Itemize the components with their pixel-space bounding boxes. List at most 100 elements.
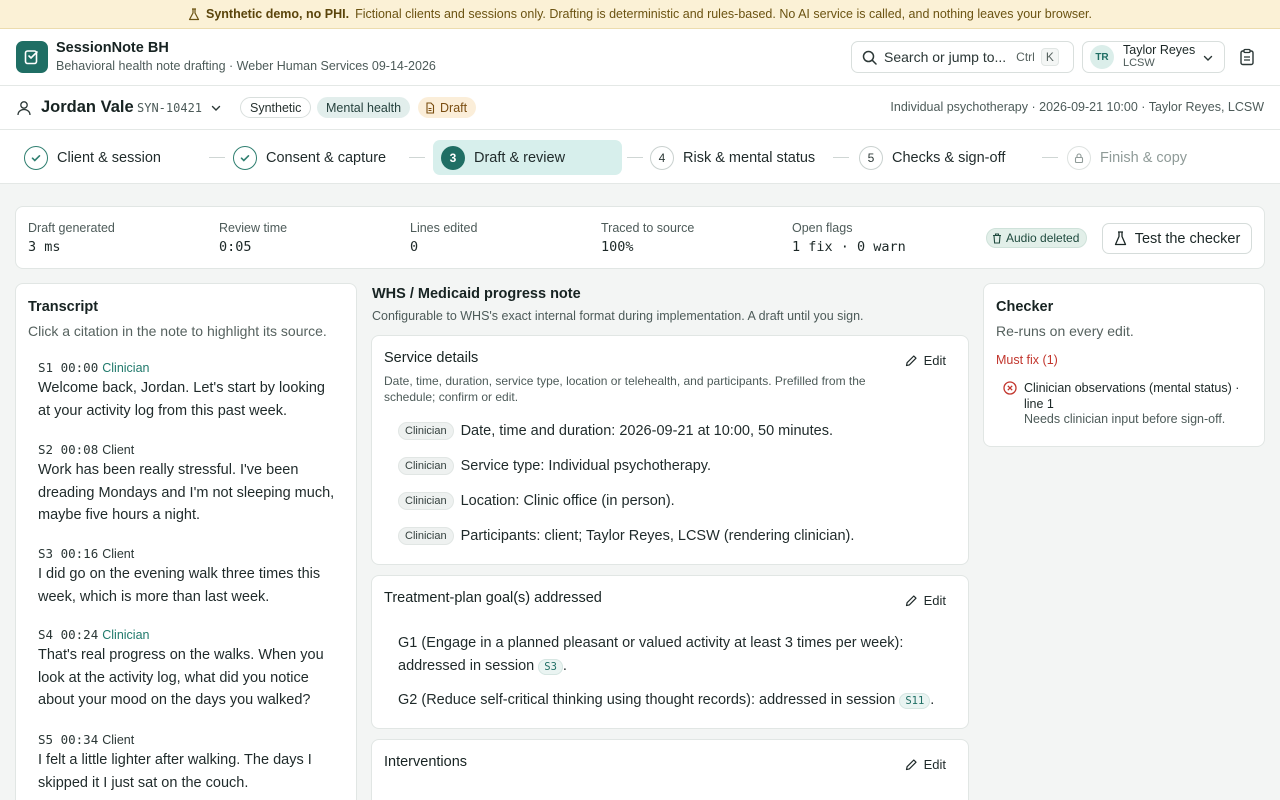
step-label: Consent & capture — [266, 149, 387, 166]
edit-button[interactable]: Edit — [905, 593, 946, 608]
transcript-utterance[interactable]: S1 00:00 Clinician Welcome back, Jordan. … — [38, 360, 338, 422]
pencil-icon — [905, 355, 917, 367]
user-menu-button[interactable]: TR Taylor Reyes LCSW — [1082, 41, 1225, 73]
avatar: TR — [1090, 45, 1114, 69]
edit-label: Edit — [923, 353, 946, 368]
utterance-text: I felt a little lighter after walking. T… — [38, 752, 312, 791]
goal-line[interactable]: G1 (Engage in a planned pleasant or valu… — [398, 632, 948, 679]
source-tag: Clinician — [398, 457, 454, 475]
search-placeholder: Search or jump to... — [884, 49, 1007, 65]
edit-label: Edit — [923, 593, 946, 608]
step-number: 3 — [441, 145, 465, 170]
document-icon — [426, 101, 435, 114]
metric-value: 3 ms — [28, 239, 61, 255]
check-icon — [233, 145, 257, 170]
shortcut-mod: Ctrl — [1016, 50, 1035, 64]
user-role: LCSW — [1123, 57, 1155, 69]
metric-label: Draft generated — [28, 221, 115, 235]
lock-icon — [1067, 145, 1091, 170]
session-info: Individual psychotherapy · 2026-09-21 10… — [890, 100, 1264, 114]
note-line-text: Participants: client; Taylor Reyes, LCSW… — [460, 528, 855, 544]
clipboard-icon[interactable] — [1239, 48, 1255, 66]
step-risk-mental-status[interactable]: 4 Risk & mental status — [650, 140, 815, 175]
metric-label: Lines edited — [410, 221, 478, 235]
step-divider — [1042, 157, 1058, 158]
metric-value: 1 fix · 0 warn — [792, 239, 906, 255]
user-name: Taylor Reyes — [1123, 43, 1196, 57]
metrics-bar: Draft generated 3 ms Review time 0:05 Li… — [15, 206, 1265, 269]
citation-chip[interactable]: S3 — [538, 659, 563, 675]
error-circle-icon — [1003, 381, 1017, 395]
utterance-text: Welcome back, Jordan. Let's start by loo… — [38, 380, 325, 419]
step-draft-review[interactable]: 3 Draft & review — [433, 140, 622, 175]
checker-subtitle: Re-runs on every edit. — [996, 323, 1134, 339]
speaker-label: Client — [102, 443, 135, 457]
audio-label: Audio deleted — [1006, 231, 1080, 245]
client-bar: Jordan Vale SYN-10421 Synthetic Mental h… — [0, 86, 1280, 130]
checker-title: Checker — [996, 299, 1054, 315]
utterance-meta: S2 00:08 Client — [38, 442, 338, 457]
metric-open-flags: Open flags 1 fix · 0 warn — [792, 221, 906, 255]
transcript-utterance[interactable]: S4 00:24 Clinician That's real progress o… — [38, 627, 338, 712]
app-header: SessionNote BH Behavioral health note dr… — [0, 29, 1280, 86]
transcript-utterance[interactable]: S3 00:16 Client I did go on the evening w… — [38, 546, 338, 608]
edit-button[interactable]: Edit — [905, 353, 946, 368]
demo-banner: Synthetic demo, no PHI. Fictional client… — [0, 0, 1280, 29]
note-line[interactable]: Clinician Service type: Individual psycho… — [398, 457, 711, 475]
chevron-down-icon[interactable] — [210, 102, 222, 114]
test-checker-button[interactable]: Test the checker — [1102, 223, 1252, 254]
chevron-down-icon — [1203, 55, 1213, 61]
transcript-panel: Transcript Click a citation in the note … — [15, 283, 357, 800]
citation-chip[interactable]: S11 — [899, 693, 931, 709]
transcript-utterance[interactable]: S5 00:34 Client I felt a little lighter a… — [38, 732, 338, 794]
edit-label: Edit — [923, 757, 946, 772]
note-subtitle: Configurable to WHS's exact internal for… — [372, 309, 864, 323]
service-details-card: Service details Edit Date, time, duratio… — [371, 335, 969, 565]
transcript-utterance[interactable]: S2 00:08 Client Work has been really stre… — [38, 442, 338, 527]
source-tag: Clinician — [398, 492, 454, 510]
note-line[interactable]: Clinician Location: Clinic office (in per… — [398, 492, 675, 510]
metric-label: Traced to source — [601, 221, 695, 235]
metric-lines-edited: Lines edited 0 — [410, 221, 477, 255]
utterance-id: S3 — [38, 546, 54, 561]
step-checks-signoff[interactable]: 5 Checks & sign-off — [859, 140, 1005, 175]
speaker-label: Client — [102, 547, 135, 561]
app-logo-icon[interactable] — [16, 41, 48, 73]
step-finish-copy: Finish & copy — [1067, 140, 1187, 175]
metric-value: 100% — [601, 239, 634, 255]
note-line[interactable]: Clinician Date, time and duration: 2026-0… — [398, 422, 833, 440]
transcript-title: Transcript — [28, 299, 99, 315]
goal-line[interactable]: G2 (Reduce self-critical thinking using … — [398, 689, 948, 713]
step-client-session[interactable]: Client & session — [24, 140, 161, 175]
search-input[interactable]: Search or jump to... Ctrl K — [851, 41, 1074, 73]
speaker-label: Client — [102, 733, 135, 747]
pencil-icon — [905, 759, 917, 771]
banner-bold: Synthetic demo, no PHI. — [205, 7, 350, 21]
step-consent-capture[interactable]: Consent & capture — [233, 140, 386, 175]
utterance-time: 00:24 — [60, 627, 99, 642]
source-tag: Clinician — [398, 422, 454, 440]
user-icon — [17, 101, 31, 116]
metric-traced-to-source: Traced to source 100% — [601, 221, 694, 255]
section-title: Interventions — [384, 754, 468, 770]
goal-text: G1 (Engage in a planned pleasant or valu… — [398, 635, 904, 674]
note-line-text: Location: Clinic office (in person). — [460, 493, 675, 509]
step-label: Draft & review — [474, 149, 566, 166]
metric-label: Review time — [219, 221, 288, 235]
utterance-time: 00:34 — [60, 732, 99, 747]
note-line[interactable]: Clinician Participants: client; Taylor Re… — [398, 527, 854, 545]
metric-value: 0 — [410, 239, 419, 255]
category-badge: Mental health — [317, 97, 411, 118]
pencil-icon — [905, 595, 917, 607]
client-name: Jordan Vale — [41, 98, 134, 116]
utterance-meta: S4 00:24 Clinician — [38, 627, 338, 642]
utterance-meta: S5 00:34 Client — [38, 732, 338, 747]
must-fix-heading: Must fix (1) — [996, 353, 1058, 367]
section-title: Treatment-plan goal(s) addressed — [384, 590, 602, 606]
step-divider — [627, 157, 643, 158]
checker-panel: Checker Re-runs on every edit. Must fix … — [983, 283, 1265, 447]
check-icon — [24, 145, 48, 170]
edit-button[interactable]: Edit — [905, 757, 946, 772]
utterance-time: 00:16 — [60, 546, 99, 561]
issue-link[interactable]: Clinician observations (mental status) ·… — [1024, 380, 1254, 412]
